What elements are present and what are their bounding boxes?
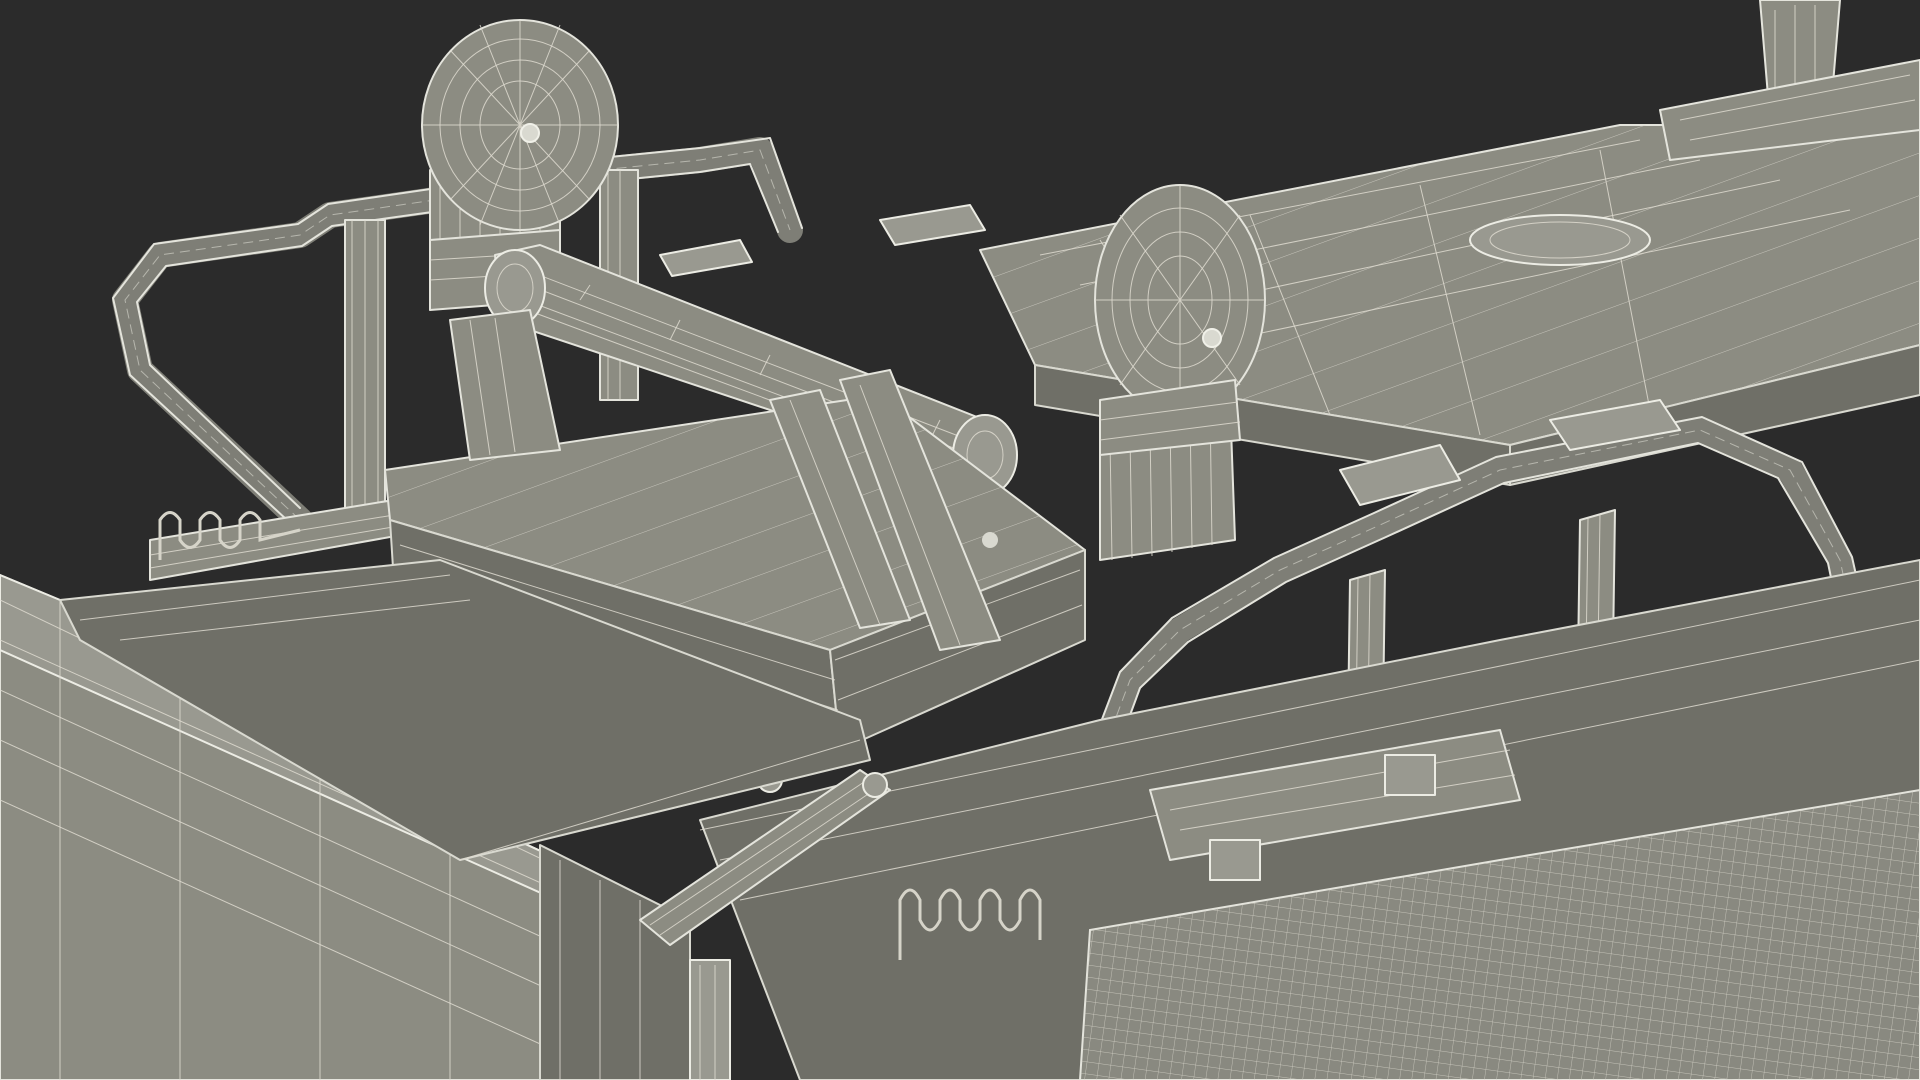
wireframe-render bbox=[0, 0, 1920, 1080]
right-pulley-wheel bbox=[1094, 184, 1266, 561]
3d-viewport bbox=[0, 0, 1920, 1080]
